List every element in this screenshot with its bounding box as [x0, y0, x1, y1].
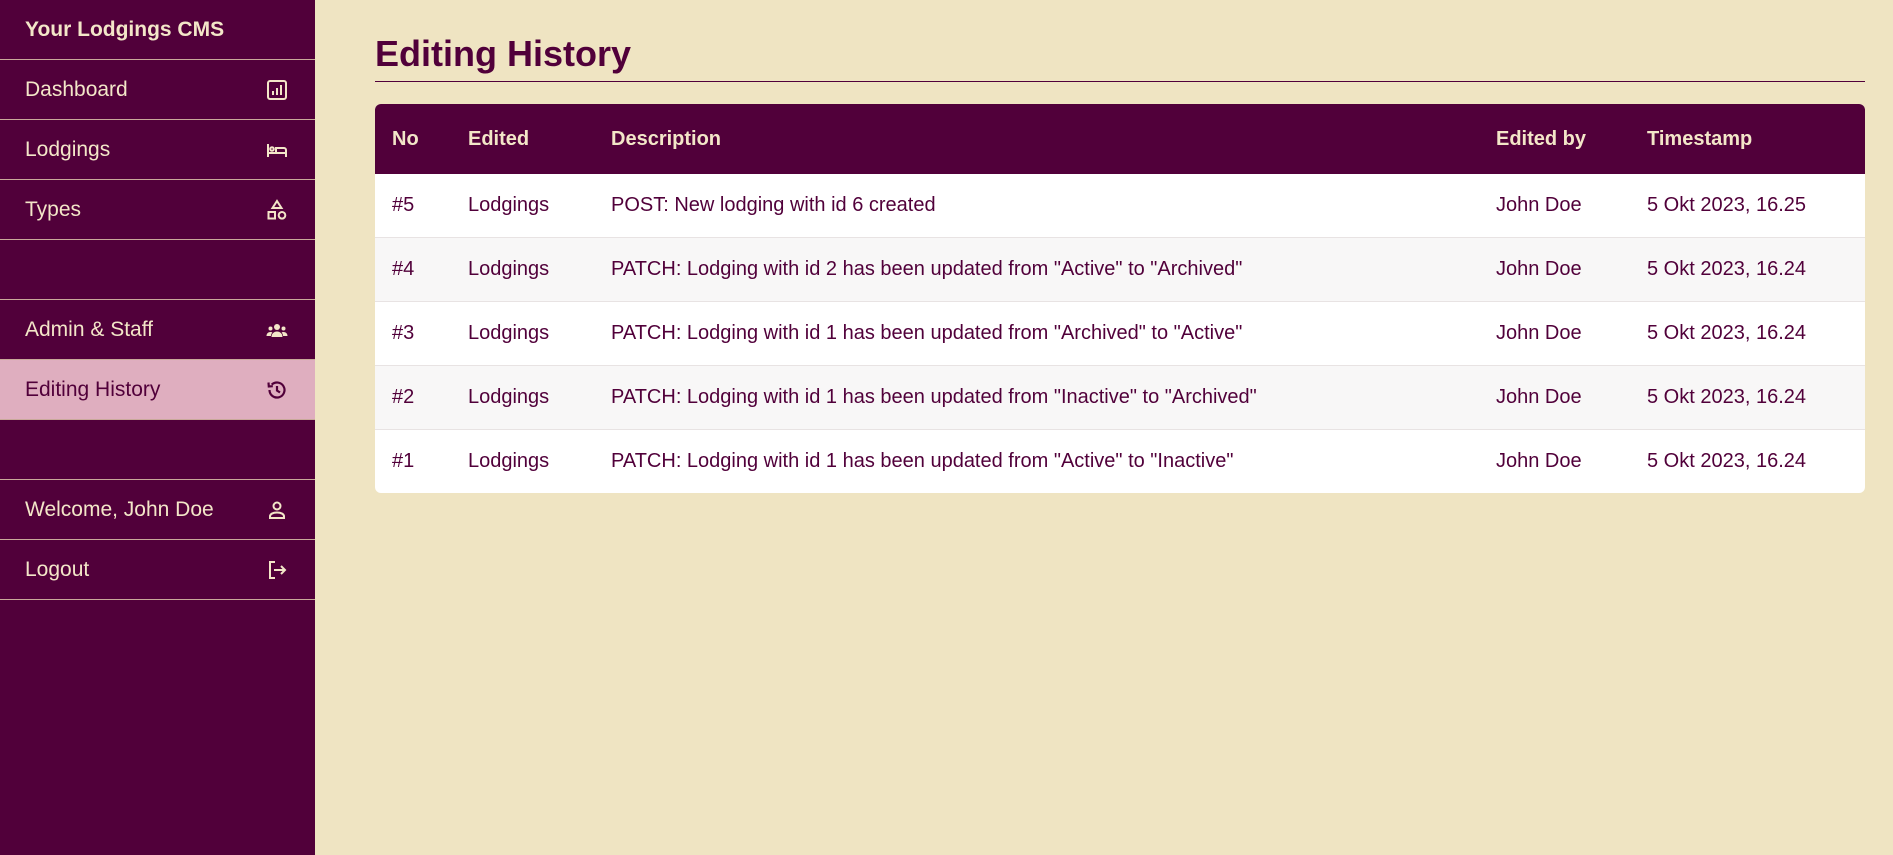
cell-timestamp: 5 Okt 2023, 16.24	[1630, 301, 1865, 366]
cell-description: PATCH: Lodging with id 2 has been update…	[594, 237, 1479, 302]
sidebar-item-label: Welcome, John Doe	[25, 497, 214, 521]
shapes-icon	[265, 198, 289, 222]
table-row: #2 Lodgings PATCH: Lodging with id 1 has…	[375, 365, 1865, 430]
logout-icon	[265, 558, 289, 582]
column-header-edited: Edited	[468, 127, 530, 150]
column-header-no: No	[392, 127, 419, 150]
sidebar-item-editing-history[interactable]: Editing History	[0, 360, 315, 420]
cell-edited-by: John Doe	[1479, 365, 1630, 430]
sidebar: Your Lodgings CMS Dashboard Lodgings Typ…	[0, 0, 315, 855]
cell-no: #1	[392, 450, 415, 472]
column-header-timestamp: Timestamp	[1647, 127, 1753, 150]
history-table-container: No Edited Description Edited by Timestam…	[375, 104, 1865, 493]
cell-edited-by: John Doe	[1479, 174, 1630, 238]
main-content: Editing History No Edited Description Ed…	[375, 0, 1865, 493]
sidebar-item-lodgings[interactable]: Lodgings	[0, 120, 315, 180]
cell-timestamp: 5 Okt 2023, 16.24	[1647, 450, 1807, 472]
cell-description: PATCH: Lodging with id 1 has been update…	[594, 365, 1479, 430]
user-icon	[265, 498, 289, 522]
page-title: Editing History	[375, 34, 1865, 82]
cell-description: POST: New lodging with id 6 created	[594, 174, 1479, 238]
cell-edited-by: John Doe	[1496, 450, 1582, 472]
table-row: #5 Lodgings POST: New lodging with id 6 …	[375, 174, 1865, 238]
cell-edited: Lodgings	[451, 237, 594, 302]
column-header-edited-by: Edited by	[1496, 127, 1587, 150]
sidebar-item-label: Lodgings	[25, 137, 111, 161]
sidebar-item-label: Types	[25, 197, 82, 221]
sidebar-item-admin-staff[interactable]: Admin & Staff	[0, 300, 315, 360]
cell-description: PATCH: Lodging with id 1 has been update…	[611, 450, 1234, 472]
history-icon	[265, 378, 289, 402]
cell-timestamp: 5 Okt 2023, 16.25	[1630, 174, 1865, 238]
sidebar-item-welcome[interactable]: Welcome, John Doe	[0, 480, 315, 540]
column-header-description: Description	[611, 127, 722, 150]
cell-no: #2	[375, 365, 451, 430]
cell-edited: Lodgings	[468, 450, 550, 472]
sidebar-item-label: Editing History	[25, 377, 161, 401]
table-row: #4 Lodgings PATCH: Lodging with id 2 has…	[375, 237, 1865, 302]
history-table: No Edited Description Edited by Timestam…	[375, 104, 1865, 493]
cell-timestamp: 5 Okt 2023, 16.24	[1630, 237, 1865, 302]
users-icon	[265, 318, 289, 342]
cell-edited: Lodgings	[451, 365, 594, 430]
app-brand[interactable]: Your Lodgings CMS	[0, 0, 315, 60]
table-row: #3 Lodgings PATCH: Lodging with id 1 has…	[375, 301, 1865, 366]
sidebar-divider	[0, 420, 315, 480]
sidebar-item-label: Dashboard	[25, 77, 128, 101]
cell-description: PATCH: Lodging with id 1 has been update…	[594, 301, 1479, 366]
sidebar-item-dashboard[interactable]: Dashboard	[0, 60, 315, 120]
cell-edited: Lodgings	[451, 174, 594, 238]
cell-no: #3	[375, 301, 451, 366]
sidebar-divider	[0, 240, 315, 300]
cell-no: #5	[375, 174, 451, 238]
table-row: #1 Lodgings PATCH: Lodging with id 1 has…	[375, 430, 1865, 494]
sidebar-item-logout[interactable]: Logout	[0, 540, 315, 600]
chart-icon	[265, 78, 289, 102]
sidebar-item-label: Logout	[25, 557, 90, 581]
cell-edited-by: John Doe	[1479, 237, 1630, 302]
cell-no: #4	[375, 237, 451, 302]
sidebar-item-types[interactable]: Types	[0, 180, 315, 240]
sidebar-item-label: Admin & Staff	[25, 317, 154, 341]
bed-icon	[265, 138, 289, 162]
cell-edited: Lodgings	[451, 301, 594, 366]
table-header-row: No Edited Description Edited by Timestam…	[375, 104, 1865, 174]
cell-edited-by: John Doe	[1479, 301, 1630, 366]
cell-timestamp: 5 Okt 2023, 16.24	[1630, 365, 1865, 430]
